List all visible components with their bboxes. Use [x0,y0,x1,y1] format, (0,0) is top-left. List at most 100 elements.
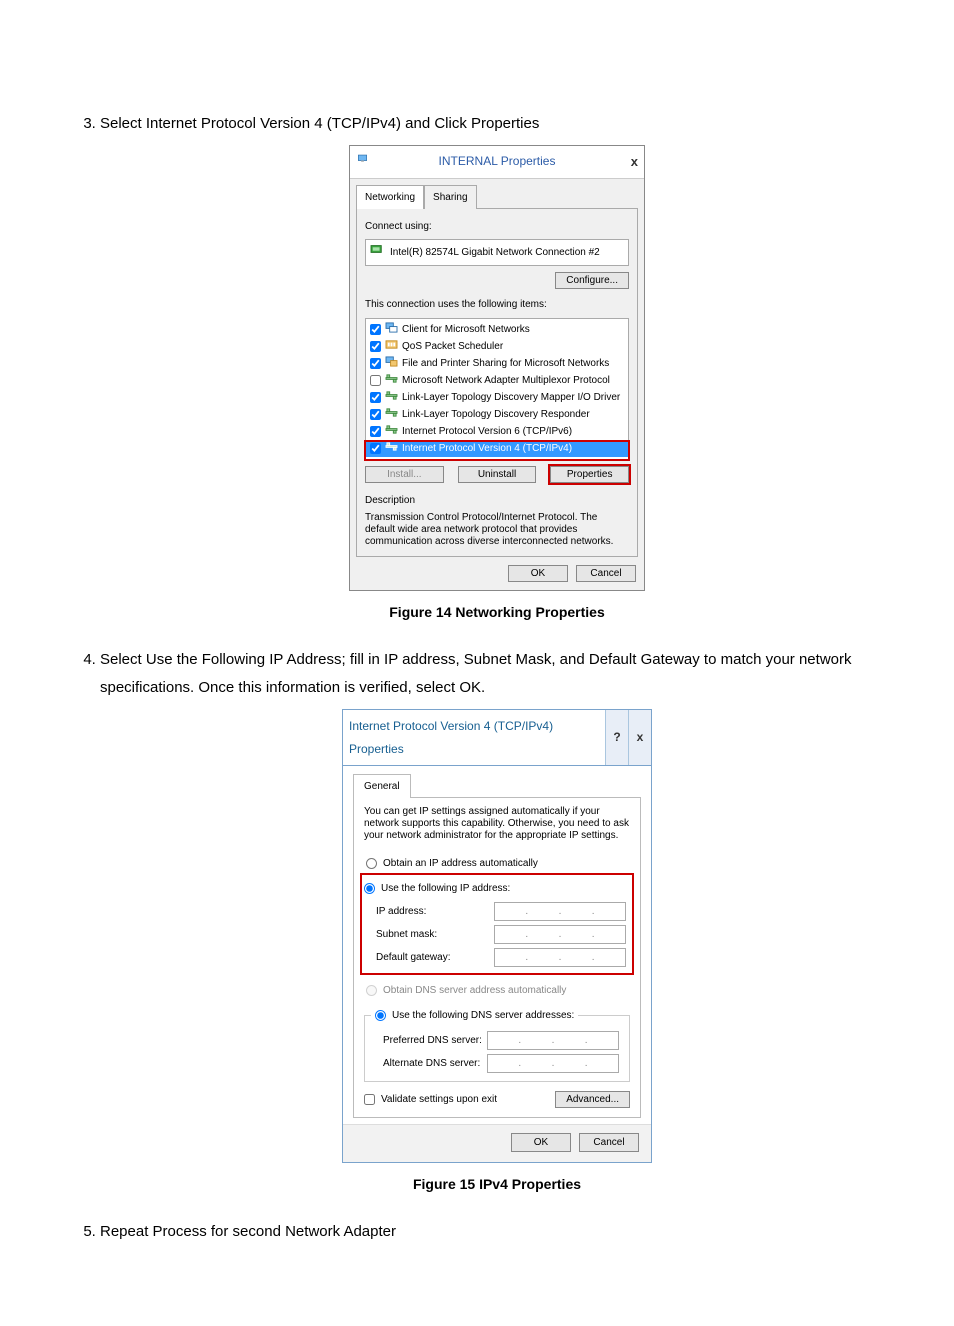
tab-sharing[interactable]: Sharing [424,185,476,209]
item-checkbox[interactable] [370,341,381,352]
ip-address-label: IP address: [376,902,426,921]
networking-pane: Connect using: Intel(R) 82574L Gigabit N… [356,208,638,557]
dialog2-titlebar: Internet Protocol Version 4 (TCP/IPv4) P… [343,710,651,767]
step-3-text: Select Internet Protocol Version 4 (TCP/… [100,115,539,132]
pref-dns-label: Preferred DNS server: [383,1031,482,1050]
pref-dns-input[interactable]: ... [487,1031,619,1050]
list-item[interactable]: File and Printer Sharing for Microsoft N… [366,355,628,372]
figure-14-caption: Figure 14 Networking Properties [100,599,894,626]
uninstall-button[interactable]: Uninstall [458,466,537,483]
item-checkbox[interactable] [370,392,381,403]
ip-highlight-box: Use the following IP address: IP address… [362,875,632,973]
connect-using-label: Connect using: [365,217,629,236]
list-item[interactable]: Microsoft Network Adapter Multiplexor Pr… [366,372,628,389]
configure-button[interactable]: Configure... [555,272,629,289]
dialog1-title: INTERNAL Properties [372,150,622,173]
item-label: Link-Layer Topology Discovery Mapper I/O… [402,391,620,404]
radio-input[interactable] [366,858,377,869]
close-icon[interactable]: x [628,710,651,766]
radio-label: Obtain DNS server address automatically [383,981,566,1000]
protocol-icon [385,407,398,422]
alt-dns-label: Alternate DNS server: [383,1054,480,1073]
install-button[interactable]: Install... [365,466,444,483]
list-item-selected[interactable]: Internet Protocol Version 4 (TCP/IPv4) [366,440,628,457]
tab-networking[interactable]: Networking [356,185,424,209]
item-label: Microsoft Network Adapter Multiplexor Pr… [402,374,610,387]
protocol-icon [385,424,398,439]
step-4: Select Use the Following IP Address; fil… [100,646,894,1198]
item-label: QoS Packet Scheduler [402,340,503,353]
ip-address-row: IP address: ... [376,900,626,923]
step-5-text: Repeat Process for second Network Adapte… [100,1223,396,1240]
adapter-field[interactable]: Intel(R) 82574L Gigabit Network Connecti… [365,239,629,266]
step-4-text: Select Use the Following IP Address; fil… [100,651,852,697]
description-group: Description Transmission Control Protoco… [365,491,629,548]
dialog1-tabs: Networking Sharing [356,185,644,209]
adapter-name: Intel(R) 82574L Gigabit Network Connecti… [390,243,600,262]
item-checkbox[interactable] [370,443,381,454]
pref-dns-row: Preferred DNS server: ... [383,1029,619,1052]
radio-auto-dns: Obtain DNS server address automatically [364,979,630,1002]
dialog1-footer: OK Cancel [350,557,644,590]
list-item[interactable]: Link-Layer Topology Discovery Responder [366,406,628,423]
radio-label: Use the following DNS server addresses: [392,1006,574,1025]
item-checkbox[interactable] [370,358,381,369]
tab-general[interactable]: General [353,774,411,798]
validate-row: Validate settings upon exit Advanced... [364,1090,630,1109]
properties-button[interactable]: Properties [550,466,629,483]
dialog1-titlebar: INTERNAL Properties x [350,146,644,180]
dialog2-footer: OK Cancel [343,1124,651,1162]
list-item[interactable]: Client for Microsoft Networks [366,321,628,338]
list-item[interactable]: Link-Layer Topology Discovery Mapper I/O… [366,389,628,406]
description-text: Transmission Control Protocol/Internet P… [365,512,629,548]
gateway-input[interactable]: ... [494,948,626,967]
item-label: Internet Protocol Version 6 (TCP/IPv6) [402,425,572,438]
radio-auto-ip[interactable]: Obtain an IP address automatically [364,852,630,875]
alt-dns-input[interactable]: ... [487,1054,619,1073]
item-checkbox[interactable] [370,409,381,420]
radio-input[interactable] [375,1010,386,1021]
advanced-button[interactable]: Advanced... [555,1091,630,1108]
items-label: This connection uses the following items… [365,295,629,314]
dns-group: Use the following DNS server addresses: … [364,1006,630,1082]
validate-label: Validate settings upon exit [381,1090,497,1109]
client-icon [385,322,398,337]
cancel-button[interactable]: Cancel [576,565,636,582]
radio-use-dns[interactable]: Use the following DNS server addresses: [375,1006,574,1025]
ip-address-input[interactable]: ... [494,902,626,921]
item-label: Client for Microsoft Networks [402,323,530,336]
step-list: Select Internet Protocol Version 4 (TCP/… [100,110,894,1246]
protocol-icon [385,373,398,388]
item-checkbox[interactable] [370,375,381,386]
gateway-label: Default gateway: [376,948,451,967]
close-icon[interactable]: x [622,150,638,175]
protocol-icon [385,441,398,456]
step-5: Repeat Process for second Network Adapte… [100,1218,894,1247]
gateway-row: Default gateway: ... [376,946,626,969]
ok-button[interactable]: OK [511,1133,571,1152]
network-items-list[interactable]: Client for Microsoft Networks QoS Packet… [365,318,629,460]
dialog2-title: Internet Protocol Version 4 (TCP/IPv4) P… [343,710,605,766]
radio-input[interactable] [364,883,375,894]
item-label: Internet Protocol Version 4 (TCP/IPv4) [402,442,572,455]
list-item[interactable]: QoS Packet Scheduler [366,338,628,355]
nic-icon [370,243,384,262]
validate-checkbox[interactable] [364,1094,375,1105]
item-buttons: Install... Uninstall Properties [365,466,629,483]
radio-use-ip[interactable]: Use the following IP address: [364,877,630,900]
document-page: Select Internet Protocol Version 4 (TCP/… [0,0,954,1326]
cancel-button[interactable]: Cancel [579,1133,639,1152]
item-checkbox[interactable] [370,426,381,437]
general-pane: You can get IP settings assigned automat… [353,797,641,1118]
item-checkbox[interactable] [370,324,381,335]
subnet-input[interactable]: ... [494,925,626,944]
help-icon[interactable]: ? [605,710,628,766]
ok-button[interactable]: OK [508,565,568,582]
description-label: Description [365,491,629,510]
subnet-row: Subnet mask: ... [376,923,626,946]
list-item[interactable]: Internet Protocol Version 6 (TCP/IPv6) [366,423,628,440]
dialog2-body: General You can get IP settings assigned… [343,766,651,1124]
ipv4-properties-dialog: Internet Protocol Version 4 (TCP/IPv4) P… [342,709,652,1164]
scheduler-icon [385,339,398,354]
share-icon [385,356,398,371]
